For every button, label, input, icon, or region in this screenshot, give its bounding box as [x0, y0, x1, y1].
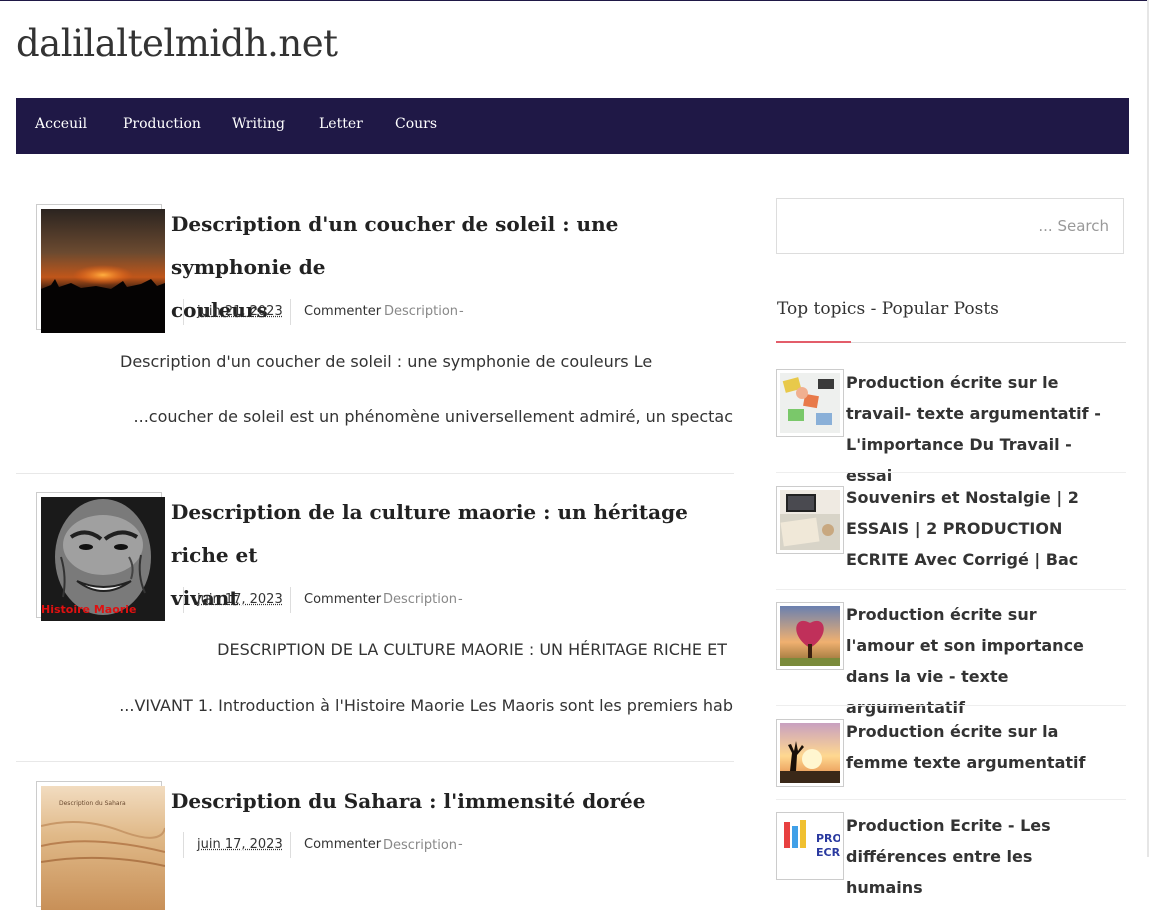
popular-divider: [776, 589, 1126, 590]
meta-dash: -: [458, 837, 463, 852]
production-ecrite-image: PRO ECR: [780, 816, 840, 876]
popular-post-title[interactable]: Production écrite sur la femme texte arg…: [846, 716, 1108, 778]
nav-item-letter[interactable]: Letter: [319, 116, 363, 132]
sahara-image: Description du Sahara: [41, 786, 165, 910]
comment-link[interactable]: Commenter: [304, 837, 381, 852]
nav-item-acceuil[interactable]: Acceuil: [35, 116, 87, 132]
main-nav: Acceuil Production Writing Letter Cours: [16, 98, 1129, 154]
widget-title: Top topics - Popular Posts: [777, 299, 999, 319]
popular-divider: [776, 799, 1126, 800]
popular-divider: [776, 472, 1126, 473]
top-border: [0, 0, 1149, 1]
site-title[interactable]: dalilaltelmidh.net: [16, 22, 338, 65]
comment-link[interactable]: Commenter: [304, 304, 381, 319]
popular-thumbnail[interactable]: [776, 602, 844, 670]
sunset-image: [41, 209, 165, 333]
meta-dash: -: [458, 592, 463, 607]
post-date[interactable]: juin 17, 2023: [197, 837, 283, 852]
search-box: [776, 198, 1124, 254]
image-caption: Description du Sahara: [59, 800, 126, 807]
post-thumbnail-maori[interactable]: Histoire Maorie: [36, 492, 165, 621]
category-link[interactable]: Description: [384, 304, 458, 319]
category-link[interactable]: Description: [383, 592, 457, 607]
popular-thumbnail[interactable]: PRO ECR: [776, 812, 844, 880]
woman-sunset-image: [780, 723, 840, 783]
nostalgia-image: [780, 490, 840, 550]
popular-thumbnail[interactable]: [776, 369, 844, 437]
meta-separator: [290, 587, 291, 613]
meta-separator: [183, 299, 184, 325]
meta-separator: [290, 299, 291, 325]
image-caption: Histoire Maorie: [41, 603, 137, 616]
post-excerpt-line: ...VIVANT 1. Introduction à l'Histoire M…: [119, 696, 733, 715]
maori-image: Histoire Maorie: [41, 497, 165, 621]
meta-separator: [183, 587, 184, 613]
nav-item-production[interactable]: Production: [123, 116, 201, 132]
post-excerpt-line: Description d'un coucher de soleil : une…: [120, 352, 653, 371]
meta-separator: [290, 832, 291, 858]
love-tree-image: [780, 606, 840, 666]
meta-separator: [183, 832, 184, 858]
popular-divider: [776, 705, 1126, 706]
post-date[interactable]: juin 17, 2023: [197, 592, 283, 607]
post-thumbnail-sunset[interactable]: [36, 204, 165, 333]
nav-item-writing[interactable]: Writing: [232, 116, 285, 132]
comment-link[interactable]: Commenter: [304, 592, 381, 607]
popular-post-title[interactable]: Souvenirs et Nostalgie | 2 ESSAIS | 2 PR…: [846, 482, 1108, 575]
post-date[interactable]: juin 21, 2023: [197, 304, 283, 319]
post-thumbnail-sahara[interactable]: Description du Sahara: [36, 781, 165, 910]
search-input[interactable]: [777, 199, 1123, 253]
nav-item-cours[interactable]: Cours: [395, 116, 437, 132]
widget-accent-line: [776, 341, 851, 343]
post-divider: [16, 761, 734, 762]
category-link[interactable]: Description: [383, 838, 457, 853]
work-image: [780, 373, 840, 433]
post-divider: [16, 473, 734, 474]
popular-thumbnail[interactable]: [776, 719, 844, 787]
popular-thumbnail[interactable]: [776, 486, 844, 554]
post-excerpt-line: DESCRIPTION DE LA CULTURE MAORIE : UN HÉ…: [217, 640, 727, 659]
post-excerpt-line: ...coucher de soleil est un phénomène un…: [133, 407, 733, 426]
meta-dash: -: [459, 304, 464, 319]
post-title[interactable]: Description du Sahara : l'immensité doré…: [171, 780, 731, 823]
thumb-text: PRO ECR: [816, 832, 840, 859]
